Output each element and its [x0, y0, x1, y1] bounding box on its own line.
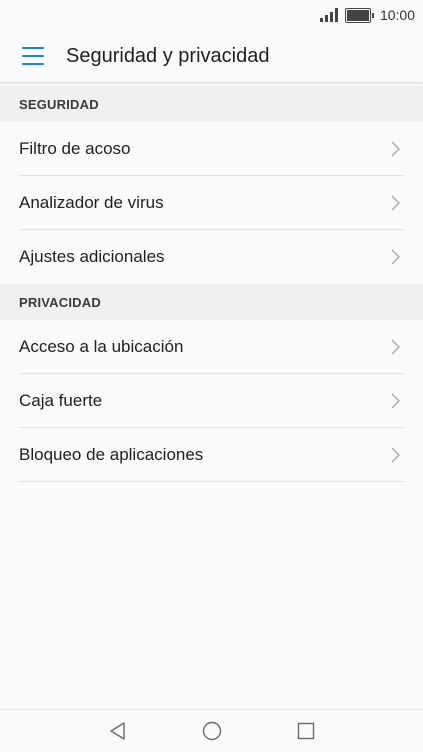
- recents-square-icon[interactable]: [295, 720, 317, 742]
- chevron-right-icon: [386, 248, 404, 266]
- status-bar: 10:00: [0, 0, 423, 30]
- battery-icon: [344, 7, 374, 23]
- list-item-caja-fuerte[interactable]: Caja fuerte: [19, 374, 404, 428]
- list-item-acceso-ubicacion[interactable]: Acceso a la ubicación: [19, 320, 404, 374]
- list-item-label: Ajustes adicionales: [19, 247, 165, 266]
- back-triangle-icon[interactable]: [107, 720, 129, 742]
- list-item-label: Bloqueo de aplicaciones: [19, 444, 204, 464]
- home-circle-icon[interactable]: [201, 720, 223, 742]
- list-item-bloqueo-aplicaciones[interactable]: Bloqueo de aplicaciones: [19, 428, 404, 482]
- chevron-right-icon: [386, 446, 404, 464]
- list-item-label: Acceso a la ubicación: [19, 336, 184, 356]
- section-header-privacidad: PRIVACIDAD: [0, 284, 423, 320]
- chevron-right-icon: [386, 392, 404, 410]
- settings-list: SEGURIDAD Filtro de acoso Analizador de …: [0, 86, 423, 482]
- system-nav-bar: [0, 709, 423, 752]
- chevron-right-icon: [386, 194, 404, 212]
- page-title: Seguridad y privacidad: [66, 44, 270, 67]
- list-item-filtro-de-acoso[interactable]: Filtro de acoso: [19, 122, 404, 176]
- chevron-right-icon: [386, 140, 404, 158]
- app-bar: Seguridad y privacidad: [0, 30, 423, 83]
- status-time: 10:00: [379, 7, 415, 23]
- list-item-label: Analizador de virus: [19, 192, 164, 212]
- list-item-label: Filtro de acoso: [19, 138, 131, 158]
- list-item-label: Caja fuerte: [19, 390, 103, 410]
- chevron-right-icon: [386, 338, 404, 356]
- list-item-analizador-de-virus[interactable]: Analizador de virus: [19, 176, 404, 230]
- signal-icon: [319, 8, 338, 22]
- hamburger-menu-icon[interactable]: [22, 47, 44, 65]
- list-item-ajustes-adicionales[interactable]: Ajustes adicionales: [19, 230, 404, 284]
- section-header-seguridad: SEGURIDAD: [0, 86, 423, 122]
